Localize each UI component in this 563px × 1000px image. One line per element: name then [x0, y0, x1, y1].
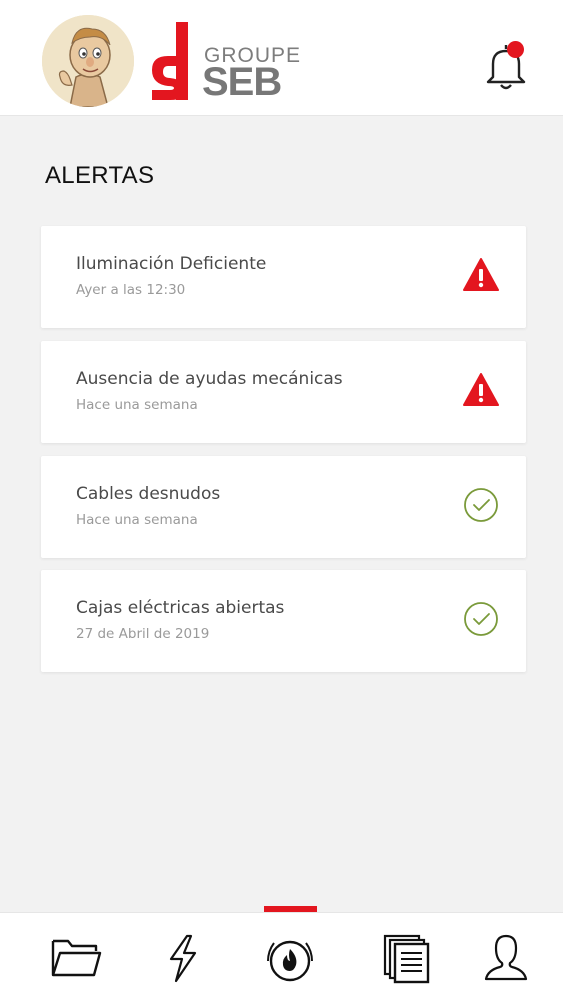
alert-card[interactable]: Cajas eléctricas abiertas 27 de Abril de… — [41, 570, 526, 672]
alert-time: Hace una semana — [76, 512, 198, 528]
documents-icon — [383, 934, 430, 984]
tab-lightning[interactable] — [155, 933, 211, 985]
groupe-seb-logo: GROUPE SEB — [150, 20, 300, 104]
alert-title: Cajas eléctricas abiertas — [76, 598, 285, 618]
alert-title: Ausencia de ayudas mecánicas — [76, 369, 343, 389]
lightning-icon — [169, 934, 197, 983]
check-circle-icon — [463, 487, 499, 523]
user-icon — [484, 934, 528, 981]
tab-folder[interactable] — [48, 933, 104, 985]
page-title: ALERTAS — [45, 162, 155, 189]
alert-time: Hace una semana — [76, 397, 198, 413]
alert-card[interactable]: Ausencia de ayudas mecánicas Hace una se… — [41, 341, 526, 443]
fire-alarm-icon — [267, 940, 313, 982]
tab-profile[interactable] — [478, 933, 534, 985]
warning-icon — [463, 372, 499, 408]
mascot-avatar-icon — [42, 15, 134, 107]
warning-icon — [463, 257, 499, 293]
alert-time: 27 de Abril de 2019 — [76, 626, 210, 642]
alert-card[interactable]: Iluminación Deficiente Ayer a las 12:30 — [41, 226, 526, 328]
folder-icon — [51, 939, 102, 977]
notification-badge — [507, 41, 524, 58]
seb-mark-icon — [152, 22, 188, 100]
alert-time: Ayer a las 12:30 — [76, 282, 186, 298]
alert-title: Iluminación Deficiente — [76, 254, 267, 274]
alert-title: Cables desnudos — [76, 484, 221, 504]
tab-fire-alarm[interactable] — [262, 933, 318, 985]
logo-seb-text: SEB — [202, 60, 282, 104]
app-header: GROUPE SEB — [0, 0, 563, 116]
tab-documents[interactable] — [378, 933, 434, 985]
avatar[interactable] — [42, 15, 134, 107]
bottom-navigation — [0, 912, 563, 1000]
check-circle-icon — [463, 601, 499, 637]
alert-card[interactable]: Cables desnudos Hace una semana — [41, 456, 526, 558]
